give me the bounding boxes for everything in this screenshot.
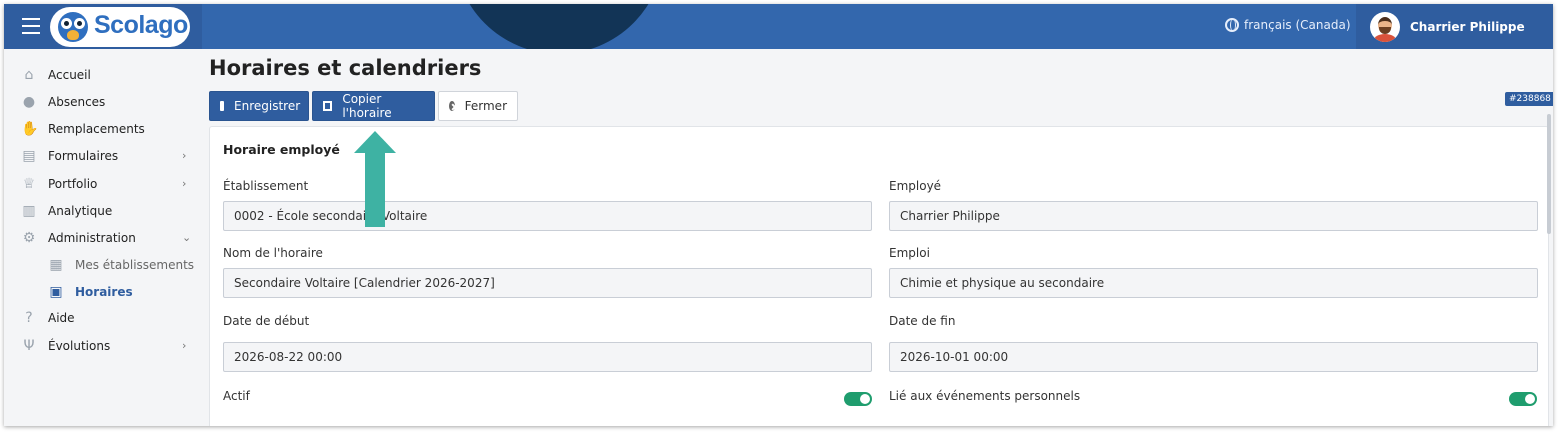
question-icon: ? <box>25 310 33 326</box>
save-button[interactable]: Enregistrer <box>209 91 309 121</box>
card-title: Horaire employé <box>223 142 340 157</box>
home-icon: ⌂ <box>24 67 34 83</box>
emploi-label: Emploi <box>889 246 930 260</box>
sidebar-item-horaires[interactable]: ▣ Horaires <box>4 279 202 305</box>
sidebar-item-label: Horaires <box>75 285 133 299</box>
copy-icon <box>323 101 333 111</box>
copy-schedule-button[interactable]: Copier l'horaire <box>312 91 435 121</box>
file-icon: ▤ <box>22 148 36 164</box>
avatar <box>1370 11 1400 42</box>
schedule-form-card: Horaire employé Établissement 0002 - Éco… <box>209 126 1549 426</box>
date-debut-field[interactable]: 2026-08-22 00:00 <box>223 342 872 372</box>
save-button-label: Enregistrer <box>234 99 301 113</box>
globe-icon <box>1225 18 1239 32</box>
sidebar: ⌂ Accueil ● Absences ✋ Remplacements ▤ F… <box>4 49 202 426</box>
sidebar-item-evolutions[interactable]: Ψ Évolutions › <box>4 333 202 359</box>
sidebar-item-formulaires[interactable]: ▤ Formulaires › <box>4 143 202 169</box>
school-icon: ▦ <box>49 257 63 273</box>
sidebar-item-label: Absences <box>48 95 106 109</box>
scrollbar-thumb[interactable] <box>1547 114 1551 234</box>
actif-label: Actif <box>223 389 250 403</box>
top-bar: Scolago français (Canada) Charrier Phili… <box>4 4 1553 49</box>
chevron-right-icon: › <box>182 149 187 162</box>
emploi-field[interactable]: Chimie et physique au secondaire <box>889 268 1538 298</box>
app-window: Scolago français (Canada) Charrier Phili… <box>4 4 1553 426</box>
lie-evenements-label: Lié aux événements personnels <box>889 389 1081 403</box>
language-label: français (Canada) <box>1244 18 1351 32</box>
save-icon <box>220 101 224 111</box>
sidebar-item-label: Administration <box>48 231 136 245</box>
sidebar-item-analytique[interactable]: ▥ Analytique <box>4 198 202 224</box>
sidebar-item-absences[interactable]: ● Absences <box>4 89 202 115</box>
etablissement-field[interactable]: 0002 - École secondaire Voltaire <box>223 201 872 231</box>
sidebar-item-label: Évolutions <box>48 339 111 353</box>
page-scrollbar[interactable] <box>1546 54 1552 426</box>
sidebar-item-label: Remplacements <box>48 122 145 136</box>
sidebar-item-label: Analytique <box>48 204 113 218</box>
user-clock-icon: ● <box>22 94 36 110</box>
date-fin-label: Date de fin <box>889 314 956 328</box>
chevron-right-icon: › <box>182 177 187 190</box>
header-decoration <box>454 4 664 49</box>
sidebar-item-label: Portfolio <box>48 177 98 191</box>
calendar-icon: ▣ <box>49 284 63 300</box>
etablissement-label: Établissement <box>223 179 309 193</box>
language-selector[interactable]: français (Canada) <box>1225 18 1351 32</box>
close-button-label: Fermer <box>464 99 507 113</box>
nom-horaire-label: Nom de l'horaire <box>223 246 323 260</box>
logo[interactable]: Scolago <box>50 7 190 47</box>
sidebar-item-label: Mes établissements <box>75 258 195 272</box>
close-button[interactable]: Fermer <box>438 91 518 121</box>
brand-name: Scolago <box>94 11 188 39</box>
employe-field[interactable]: Charrier Philippe <box>889 201 1538 231</box>
sidebar-item-administration[interactable]: ⚙ Administration ⌄ <box>4 225 202 251</box>
gear-icon: ⚙ <box>22 230 36 246</box>
actif-toggle[interactable] <box>844 392 872 406</box>
chevron-right-icon: › <box>182 339 187 352</box>
menu-toggle-icon[interactable] <box>22 18 40 34</box>
date-debut-label: Date de début <box>223 314 310 328</box>
chart-file-icon: ▥ <box>22 203 36 219</box>
sidebar-item-portfolio[interactable]: ♕ Portfolio › <box>4 171 202 197</box>
page-title: Horaires et calendriers <box>209 56 482 80</box>
trophy-icon: ♕ <box>22 176 36 192</box>
close-icon <box>449 101 455 111</box>
chevron-down-icon: ⌄ <box>182 231 192 244</box>
sidebar-item-label: Aide <box>48 311 75 325</box>
user-name: Charrier Philippe <box>1410 19 1525 34</box>
nom-horaire-field[interactable]: Secondaire Voltaire [Calendrier 2026-202… <box>223 268 872 298</box>
employe-label: Employé <box>889 179 942 193</box>
sprout-icon: Ψ <box>23 338 35 354</box>
sidebar-item-mes-etablissements[interactable]: ▦ Mes établissements <box>4 252 202 278</box>
sidebar-item-aide[interactable]: ? Aide <box>4 305 202 331</box>
owl-logo-icon <box>58 12 88 42</box>
lie-evenements-toggle[interactable] <box>1509 392 1537 406</box>
sidebar-item-accueil[interactable]: ⌂ Accueil <box>4 62 202 88</box>
sidebar-item-remplacements[interactable]: ✋ Remplacements <box>4 116 202 142</box>
user-menu[interactable]: Charrier Philippe <box>1356 4 1553 49</box>
handshake-icon: ✋ <box>21 121 39 137</box>
sidebar-item-label: Formulaires <box>48 149 119 163</box>
date-fin-field[interactable]: 2026-10-01 00:00 <box>889 342 1538 372</box>
sidebar-item-label: Accueil <box>48 68 91 82</box>
arrow-up-icon <box>354 131 396 227</box>
copy-button-label: Copier l'horaire <box>342 92 392 120</box>
